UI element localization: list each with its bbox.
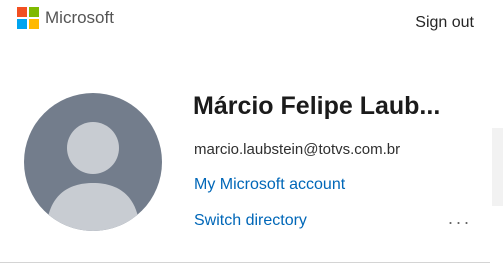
brand-label: Microsoft xyxy=(45,8,114,27)
sign-out-link[interactable]: Sign out xyxy=(415,14,474,32)
person-placeholder-icon xyxy=(46,122,140,231)
background-page-fragment xyxy=(492,128,503,206)
switch-directory-link[interactable]: Switch directory xyxy=(194,212,307,230)
more-options-button[interactable]: ... xyxy=(448,208,472,229)
user-name: Márcio Felipe Laub... xyxy=(193,92,441,120)
user-email: marcio.laubstein@totvs.com.br xyxy=(194,141,401,158)
avatar xyxy=(24,93,162,231)
microsoft-logo: Microsoft xyxy=(17,7,114,29)
my-microsoft-account-link[interactable]: My Microsoft account xyxy=(194,176,345,194)
microsoft-logo-icon xyxy=(17,7,39,29)
divider xyxy=(0,262,490,263)
